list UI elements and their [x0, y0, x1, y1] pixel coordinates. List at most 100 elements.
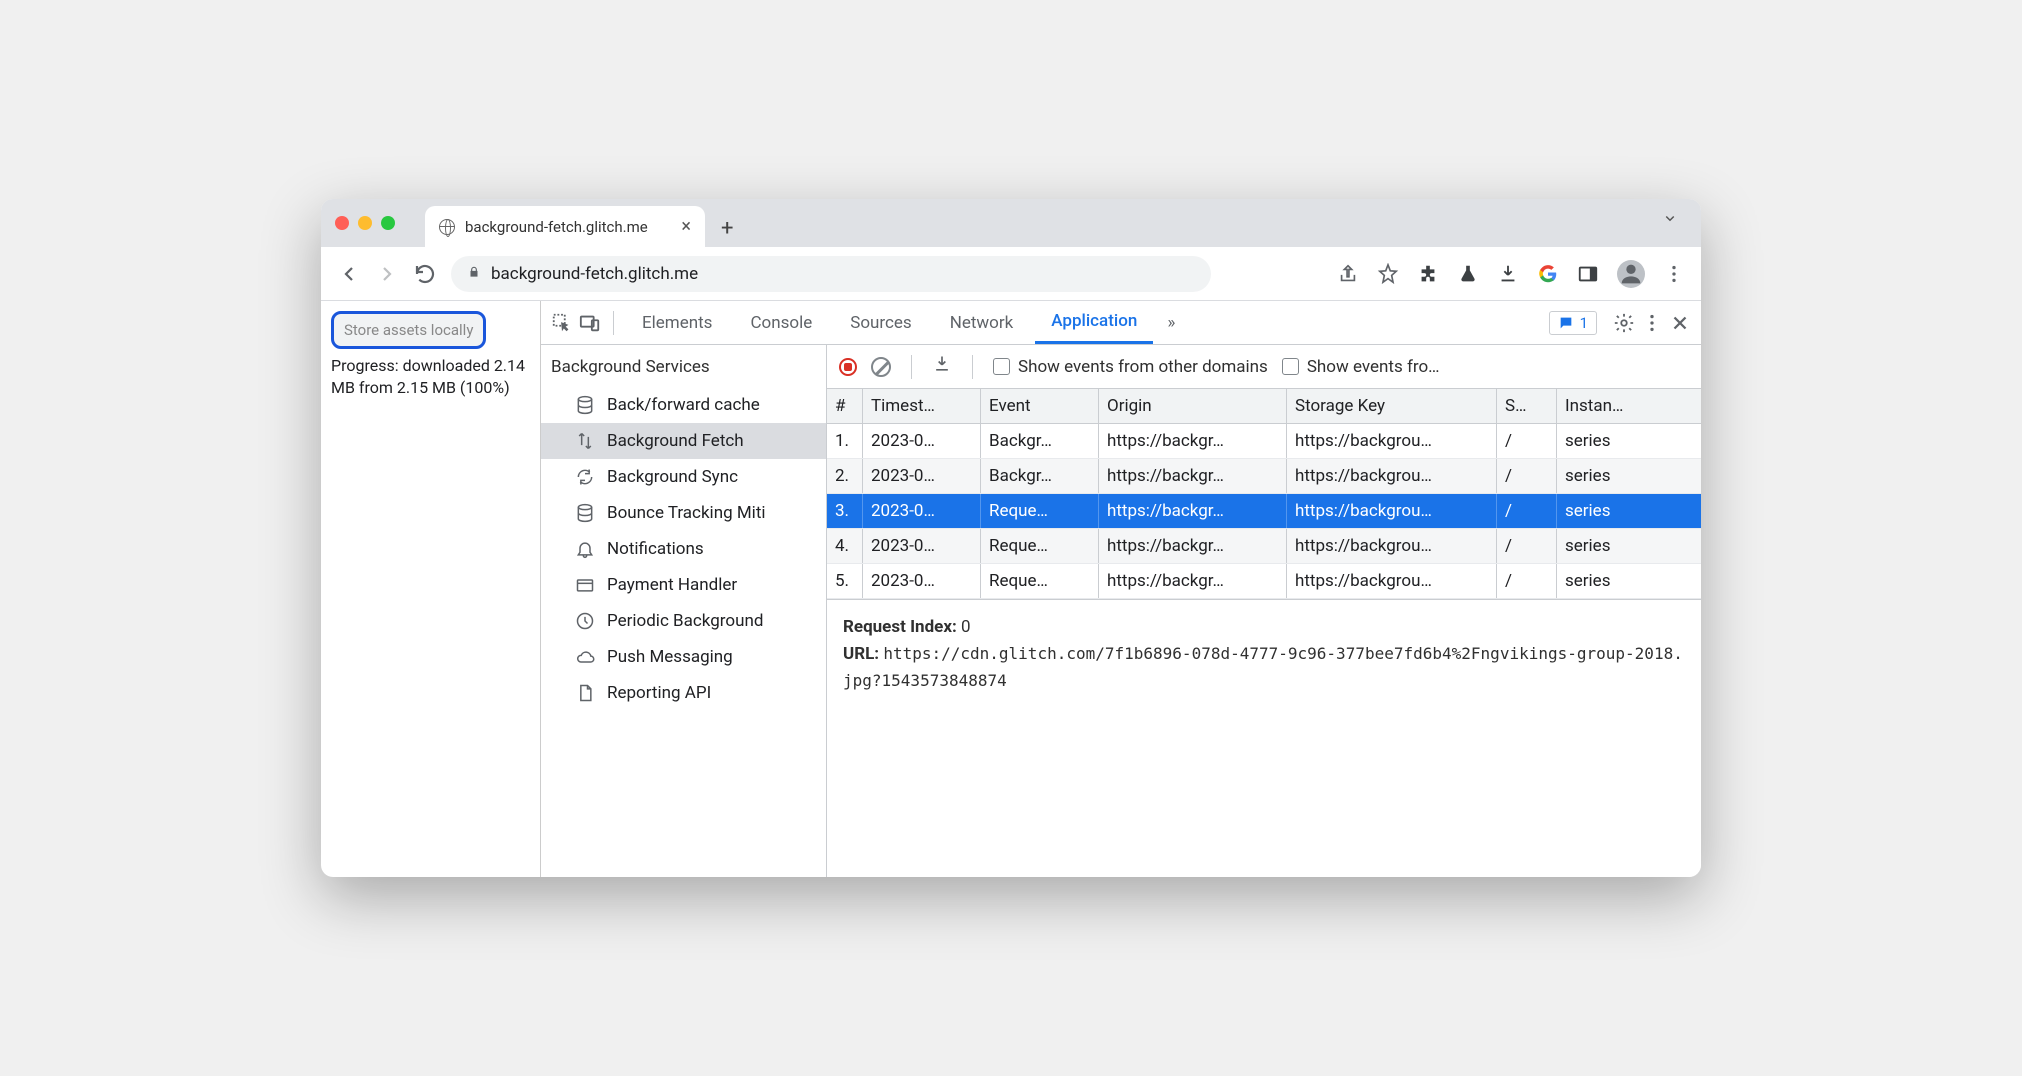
tab-title: background-fetch.glitch.me — [465, 218, 648, 236]
inspect-icon[interactable] — [551, 312, 573, 334]
cell-timestamp: 2023-0… — [863, 459, 981, 493]
sidebar-item-label: Background Sync — [607, 467, 738, 487]
table-row[interactable]: 2.2023-0…Backgr…https://backgr…https://b… — [827, 459, 1701, 494]
chevron-down-icon[interactable] — [1661, 209, 1687, 237]
record-button[interactable] — [839, 358, 857, 376]
col-origin[interactable]: Origin — [1099, 389, 1287, 423]
save-events-icon[interactable] — [932, 354, 952, 379]
omnibox[interactable]: background-fetch.glitch.me — [451, 256, 1211, 292]
forward-button[interactable] — [375, 262, 399, 286]
new-tab-button[interactable]: + — [721, 216, 733, 247]
settings-icon[interactable] — [1613, 312, 1635, 334]
table-row[interactable]: 1.2023-0…Backgr…https://backgr…https://b… — [827, 424, 1701, 459]
cell-event: Backgr… — [981, 424, 1099, 458]
table-header: # Timest… Event Origin Storage Key S… In… — [827, 389, 1701, 424]
close-window-button[interactable] — [335, 216, 349, 230]
table-row[interactable]: 4.2023-0…Reque…https://backgr…https://ba… — [827, 529, 1701, 564]
col-scope[interactable]: S… — [1497, 389, 1557, 423]
sync-icon — [575, 467, 595, 487]
sidebar-item[interactable]: Background Sync — [541, 459, 826, 495]
cell-scope: / — [1497, 529, 1557, 563]
bookmark-star-icon[interactable] — [1377, 263, 1399, 285]
sidebar-item[interactable]: Back/forward cache — [541, 387, 826, 423]
cell-timestamp: 2023-0… — [863, 424, 981, 458]
tab-elements[interactable]: Elements — [626, 303, 728, 343]
progress-text: Progress: downloaded 2.14 MB from 2.15 M… — [331, 355, 530, 400]
maximize-window-button[interactable] — [381, 216, 395, 230]
cell-instance: series — [1557, 459, 1701, 493]
close-devtools-icon[interactable] — [1669, 312, 1691, 334]
sidebar-item-label: Payment Handler — [607, 575, 737, 595]
avatar[interactable] — [1617, 260, 1645, 288]
checkbox-icon — [1282, 358, 1299, 375]
checkbox-label: Show events fro… — [1307, 357, 1440, 377]
extensions-icon[interactable] — [1417, 263, 1439, 285]
cell-event: Reque… — [981, 494, 1099, 528]
table-row[interactable]: 3.2023-0…Reque…https://backgr…https://ba… — [827, 494, 1701, 529]
share-icon[interactable] — [1337, 263, 1359, 285]
cell-origin: https://backgr… — [1099, 529, 1287, 563]
download-icon[interactable] — [1497, 263, 1519, 285]
database-icon — [575, 395, 595, 415]
application-sidebar: Background Services Back/forward cacheBa… — [541, 345, 827, 877]
checkbox-icon — [993, 358, 1010, 375]
cell-instance: series — [1557, 424, 1701, 458]
kebab-menu-icon[interactable] — [1641, 312, 1663, 334]
tab-sources[interactable]: Sources — [834, 303, 927, 343]
flask-icon[interactable] — [1457, 263, 1479, 285]
sidebar-group-title: Background Services — [541, 345, 826, 387]
updown-icon — [575, 431, 595, 451]
browser-toolbar-icons — [1337, 260, 1685, 288]
col-storage-key[interactable]: Storage Key — [1287, 389, 1497, 423]
sidebar-item[interactable]: Reporting API — [541, 675, 826, 711]
show-events-checkbox-2[interactable]: Show events fro… — [1282, 357, 1440, 377]
cell-index: 2. — [827, 459, 863, 493]
col-index[interactable]: # — [827, 389, 863, 423]
database-icon — [575, 503, 595, 523]
close-tab-button[interactable]: × — [681, 216, 691, 237]
bell-icon — [575, 539, 595, 559]
cell-storage-key: https://backgrou… — [1287, 494, 1497, 528]
request-index-value: 0 — [961, 617, 971, 637]
sidebar-item[interactable]: Push Messaging — [541, 639, 826, 675]
titlebar: background-fetch.glitch.me × + — [321, 199, 1701, 247]
show-events-other-domains-checkbox[interactable]: Show events from other domains — [993, 357, 1268, 377]
cell-storage-key: https://backgrou… — [1287, 564, 1497, 598]
sidebar-item-label: Bounce Tracking Miti — [607, 503, 766, 523]
browser-window: background-fetch.glitch.me × + backgroun… — [321, 199, 1701, 877]
sidebar-item[interactable]: Bounce Tracking Miti — [541, 495, 826, 531]
sidebar-item-label: Push Messaging — [607, 647, 733, 667]
store-assets-button[interactable]: Store assets locally — [331, 311, 486, 349]
col-timestamp[interactable]: Timest… — [863, 389, 981, 423]
col-instance[interactable]: Instan… — [1557, 389, 1701, 423]
browser-tab[interactable]: background-fetch.glitch.me × — [425, 206, 705, 247]
tab-network[interactable]: Network — [934, 303, 1030, 343]
sidebar-item[interactable]: Payment Handler — [541, 567, 826, 603]
menu-button[interactable] — [1663, 263, 1685, 285]
tabs-overflow[interactable]: » — [1159, 303, 1183, 343]
back-button[interactable] — [337, 262, 361, 286]
events-toolbar: Show events from other domains Show even… — [827, 345, 1701, 389]
sidepanel-icon[interactable] — [1577, 263, 1599, 285]
globe-icon — [439, 219, 455, 235]
google-icon[interactable] — [1537, 263, 1559, 285]
cell-instance: series — [1557, 494, 1701, 528]
sidebar-item[interactable]: Notifications — [541, 531, 826, 567]
tab-console[interactable]: Console — [734, 303, 828, 343]
devtools-body: Background Services Back/forward cacheBa… — [541, 345, 1701, 877]
device-mode-icon[interactable] — [579, 312, 601, 334]
file-icon — [575, 683, 595, 703]
tab-application[interactable]: Application — [1035, 301, 1153, 344]
sidebar-item[interactable]: Periodic Background — [541, 603, 826, 639]
col-event[interactable]: Event — [981, 389, 1099, 423]
issues-badge[interactable]: 1 — [1549, 311, 1597, 335]
minimize-window-button[interactable] — [358, 216, 372, 230]
request-index-label: Request Index: — [843, 617, 957, 637]
cell-event: Reque… — [981, 564, 1099, 598]
table-row[interactable]: 5.2023-0…Reque…https://backgr…https://ba… — [827, 564, 1701, 599]
sidebar-item[interactable]: Background Fetch — [541, 423, 826, 459]
card-icon — [575, 575, 595, 595]
clear-button[interactable] — [871, 357, 891, 377]
reload-button[interactable] — [413, 262, 437, 286]
events-table: # Timest… Event Origin Storage Key S… In… — [827, 389, 1701, 599]
